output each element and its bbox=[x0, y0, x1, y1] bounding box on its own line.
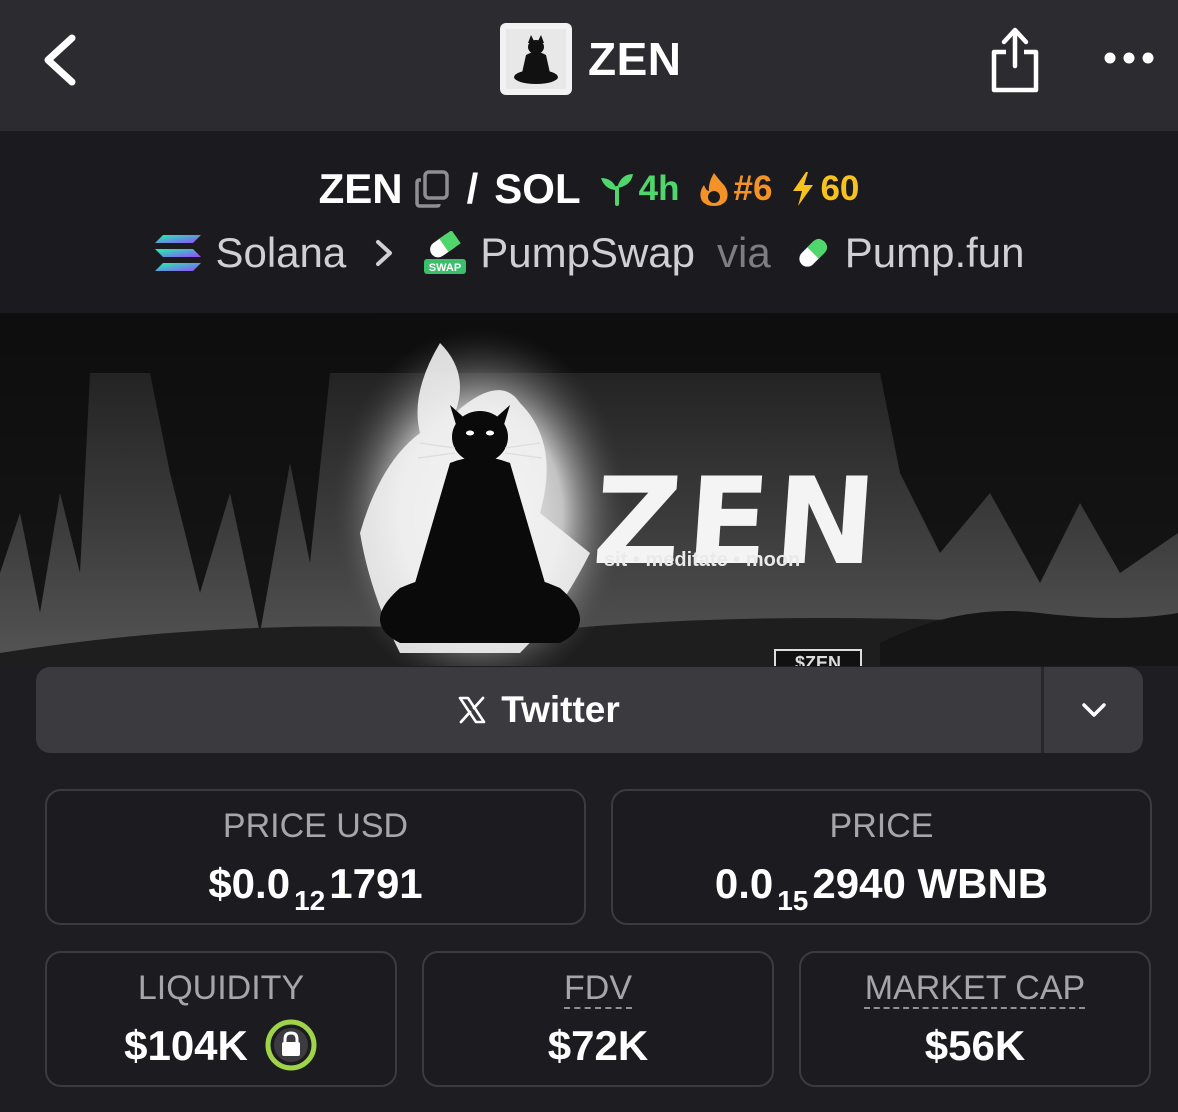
dex-link[interactable]: PumpSwap bbox=[480, 229, 695, 277]
liquidity-card: LIQUIDITY $104K bbox=[45, 951, 397, 1087]
via-label: via bbox=[717, 229, 771, 276]
banner-tagline: sit • meditate • moon bbox=[604, 549, 801, 571]
liquidity-value: $104K bbox=[47, 1019, 395, 1072]
copy-icon[interactable] bbox=[414, 170, 449, 208]
flame-icon bbox=[699, 173, 728, 206]
svg-text:SWAP: SWAP bbox=[429, 262, 461, 274]
page-title: ZEN bbox=[588, 33, 682, 85]
more-options-button[interactable] bbox=[1098, 40, 1160, 76]
liquidity-label: LIQUIDITY bbox=[137, 969, 305, 1007]
fdv-card: FDV $72K bbox=[422, 951, 774, 1087]
chevron-right-icon bbox=[376, 240, 393, 266]
solana-icon bbox=[155, 235, 202, 271]
price-native-card: PRICE 0.0 152940 WBNB bbox=[611, 789, 1152, 925]
price-usd-card: PRICE USD $0.0 121791 bbox=[45, 789, 586, 925]
twitter-label: Twitter bbox=[501, 689, 620, 730]
chain-link[interactable]: Solana bbox=[215, 229, 346, 277]
fdv-label[interactable]: FDV bbox=[424, 969, 772, 1008]
banner-artwork bbox=[0, 313, 1178, 666]
chain-dex-breadcrumb: Solana SWAP PumpSwap via Pump.fun bbox=[0, 223, 1178, 283]
meditating-cat-icon bbox=[506, 29, 566, 89]
sprout-icon bbox=[600, 174, 633, 206]
price-usd-value: $0.0 121791 bbox=[208, 860, 423, 916]
token-avatar bbox=[500, 23, 572, 95]
price-native-label: PRICE bbox=[829, 807, 934, 845]
launchpad-link[interactable]: Pump.fun bbox=[845, 229, 1025, 277]
price-native-value: 0.0 152940 WBNB bbox=[714, 860, 1049, 916]
more-links-dropdown[interactable] bbox=[1044, 667, 1143, 753]
token-banner: ZEN sit • meditate • moon $ZEN bbox=[0, 313, 1178, 666]
more-horizontal-icon bbox=[1104, 52, 1154, 64]
liquidity-locked-icon[interactable] bbox=[264, 1018, 318, 1072]
pill-icon bbox=[799, 238, 827, 267]
top-app-bar: ZEN bbox=[0, 0, 1178, 131]
pair-age-badge: 4h bbox=[599, 169, 680, 209]
base-token: ZEN bbox=[318, 165, 403, 212]
twitter-link-button[interactable]: Twitter bbox=[36, 667, 1041, 753]
back-button[interactable] bbox=[36, 30, 96, 90]
pair-separator: / bbox=[466, 165, 479, 212]
pair-title-row: ZEN / SOL 4h #6 60 bbox=[0, 161, 1178, 217]
x-logo-icon bbox=[458, 696, 486, 724]
banner-ticker: $ZEN bbox=[774, 649, 862, 666]
share-button[interactable] bbox=[986, 24, 1044, 94]
chevron-left-icon bbox=[44, 34, 76, 86]
market-cap-card: MARKET CAP $56K bbox=[799, 951, 1151, 1087]
social-links-group: Twitter bbox=[36, 667, 1143, 753]
chevron-down-icon bbox=[1081, 703, 1106, 717]
token-title: ZEN bbox=[500, 23, 682, 95]
quote-token: SOL bbox=[494, 165, 581, 212]
boosts-badge[interactable]: 60 bbox=[790, 169, 859, 209]
pair-header: ZEN / SOL 4h #6 60 Solana SWAP PumpSwap … bbox=[0, 131, 1178, 313]
lightning-icon bbox=[793, 172, 814, 206]
share-icon bbox=[991, 27, 1039, 93]
trending-rank-badge[interactable]: #6 bbox=[698, 169, 772, 209]
market-cap-value: $56K bbox=[924, 1022, 1026, 1069]
pumpswap-icon: SWAP bbox=[424, 231, 467, 274]
market-cap-label[interactable]: MARKET CAP bbox=[801, 969, 1149, 1008]
price-usd-label: PRICE USD bbox=[222, 807, 409, 845]
fdv-value: $72K bbox=[547, 1022, 649, 1069]
